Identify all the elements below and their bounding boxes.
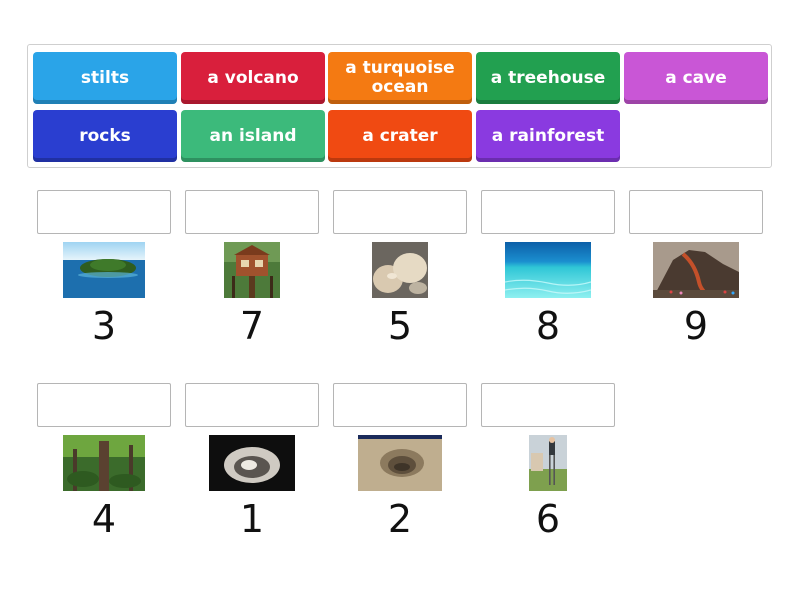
- volcano-image: [653, 242, 739, 298]
- tile-a-treehouse[interactable]: a treehouse: [476, 52, 620, 104]
- rocks-image: [372, 242, 428, 298]
- drop-slot-7[interactable]: [185, 383, 319, 427]
- picture-number: 9: [683, 304, 709, 348]
- tile-a-turquoise-ocean[interactable]: a turquoise ocean: [328, 52, 472, 104]
- tile-stilts[interactable]: stilts: [33, 52, 177, 104]
- cave-image: [209, 435, 295, 491]
- drop-slot-5[interactable]: [629, 190, 763, 234]
- drop-slot-8[interactable]: [333, 383, 467, 427]
- tile-a-cave[interactable]: a cave: [624, 52, 768, 104]
- tile-a-crater[interactable]: a crater: [328, 110, 472, 162]
- stilts-image: [529, 435, 567, 491]
- picture-number: 7: [239, 304, 265, 348]
- rainforest-image: [63, 435, 145, 491]
- drop-slot-9[interactable]: [481, 383, 615, 427]
- drop-slot-2[interactable]: [185, 190, 319, 234]
- tile-an-island[interactable]: an island: [181, 110, 325, 162]
- drop-slot-6[interactable]: [37, 383, 171, 427]
- drop-slot-4[interactable]: [481, 190, 615, 234]
- tile-rocks[interactable]: rocks: [33, 110, 177, 162]
- picture-number: 1: [239, 497, 265, 541]
- tile-a-rainforest[interactable]: a rainforest: [476, 110, 620, 162]
- turquoise-ocean-image: [505, 242, 591, 298]
- drop-slot-3[interactable]: [333, 190, 467, 234]
- treehouse-image: [224, 242, 280, 298]
- tile-a-volcano[interactable]: a volcano: [181, 52, 325, 104]
- picture-number: 2: [387, 497, 413, 541]
- picture-number: 6: [535, 497, 561, 541]
- picture-number: 8: [535, 304, 561, 348]
- island-image: [63, 242, 145, 298]
- picture-number: 3: [91, 304, 117, 348]
- picture-number: 5: [387, 304, 413, 348]
- drop-slot-1[interactable]: [37, 190, 171, 234]
- crater-image: [358, 435, 442, 491]
- picture-number: 4: [91, 497, 117, 541]
